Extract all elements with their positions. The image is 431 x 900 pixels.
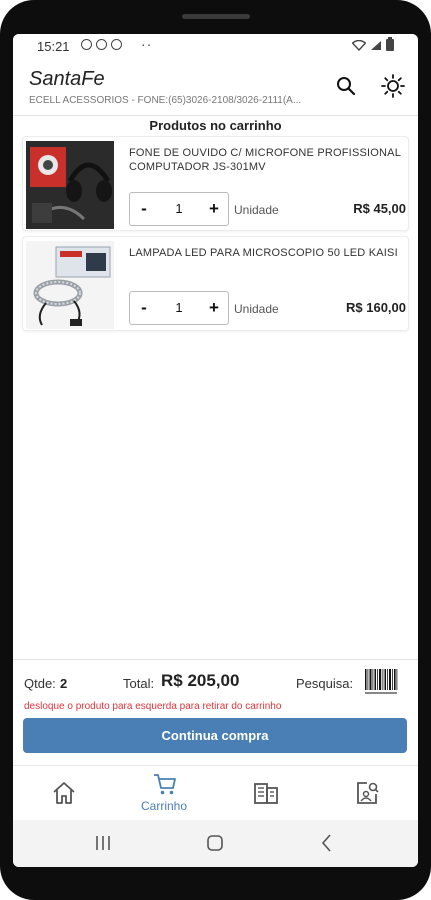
search-barcode-label: Pesquisa: — [296, 676, 354, 691]
quantity-total-label: Qtde: — [24, 676, 56, 691]
profile-search-icon — [357, 782, 379, 804]
nav-catalog[interactable] — [230, 766, 300, 821]
status-bar: 15:21 ·· — [13, 34, 418, 58]
quantity-stepper: - 1 + — [129, 192, 229, 226]
cart-section-title: Produtos no carrinho — [149, 118, 282, 133]
unit-label: Unidade — [234, 302, 279, 316]
app-title: SantaFe — [29, 68, 105, 90]
product-price: R$ 160,00 — [346, 300, 406, 315]
cart-summary: Qtde: 2 Total: R$ 205,00 Pesquisa: deslo… — [13, 659, 418, 759]
nav-cart[interactable]: Carrinho — [129, 766, 199, 821]
back-icon[interactable] — [313, 830, 341, 856]
unit-label: Unidade — [234, 203, 279, 217]
block-icon — [111, 39, 122, 50]
swipe-hint: desloque o produto para esquerda para re… — [24, 701, 282, 712]
recent-apps-icon[interactable] — [89, 830, 117, 856]
nav-profile-search[interactable] — [331, 766, 401, 821]
decrease-quantity-button[interactable]: - — [132, 292, 156, 324]
wifi-icon — [352, 39, 366, 51]
status-time: 15:21 — [37, 39, 70, 54]
total-value: R$ 205,00 — [161, 671, 240, 690]
search-button[interactable] — [332, 72, 360, 100]
quantity-stepper: - 1 + — [129, 291, 229, 325]
status-system-icons — [352, 37, 394, 51]
bottom-navigation: Carrinho — [13, 765, 418, 820]
nav-home[interactable] — [28, 766, 98, 821]
product-name: FONE DE OUVIDO C/ MICROFONE PROFISSIONAL… — [129, 147, 401, 173]
increase-quantity-button[interactable]: + — [202, 193, 226, 225]
product-name: LAMPADA LED PARA MICROSCOPIO 50 LED KAIS… — [129, 247, 398, 259]
cart-icon — [154, 774, 176, 795]
status-more-dots: ·· — [141, 36, 153, 52]
account-icon — [96, 39, 107, 50]
theme-toggle-button[interactable] — [379, 72, 407, 100]
cart-item[interactable]: LAMPADA LED PARA MICROSCOPIO 50 LED KAIS… — [22, 236, 409, 331]
app-screen: 15:21 ·· SantaFe ECELL ACESSORIOS - FONE… — [13, 34, 418, 867]
cart-item[interactable]: FONE DE OUVIDO C/ MICROFONE PROFISSIONAL… — [22, 136, 409, 231]
nav-label: Carrinho — [140, 799, 188, 813]
app-subtitle: ECELL ACESSORIOS - FONE:(65)3026-2108/30… — [29, 95, 302, 106]
catalog-icon — [254, 783, 278, 804]
status-notification-icons — [81, 39, 122, 50]
quantity-total-value: 2 — [60, 676, 68, 691]
quantity-value[interactable]: 1 — [156, 193, 202, 225]
product-image-headset — [26, 141, 114, 229]
continue-shopping-button[interactable]: Continua compra — [23, 718, 407, 753]
battery-icon — [386, 37, 394, 51]
search-icon — [337, 77, 356, 96]
quantity-value[interactable]: 1 — [156, 292, 202, 324]
phone-frame: 15:21 ·· SantaFe ECELL ACESSORIOS - FONE… — [0, 0, 431, 900]
notification-icon — [81, 39, 92, 50]
decrease-quantity-button[interactable]: - — [132, 193, 156, 225]
phone-speaker — [182, 14, 250, 19]
total-label: Total: — [123, 676, 155, 691]
home-system-icon[interactable] — [201, 830, 229, 856]
product-image-led-lamp — [26, 241, 114, 329]
barcode-icon[interactable] — [363, 667, 399, 697]
increase-quantity-button[interactable]: + — [202, 292, 226, 324]
system-navigation-bar — [13, 820, 418, 867]
signal-icon — [371, 40, 381, 50]
product-price: R$ 45,00 — [353, 201, 406, 216]
brightness-icon — [381, 74, 405, 98]
app-header: SantaFe ECELL ACESSORIOS - FONE:(65)3026… — [13, 58, 418, 116]
home-icon — [53, 782, 75, 804]
